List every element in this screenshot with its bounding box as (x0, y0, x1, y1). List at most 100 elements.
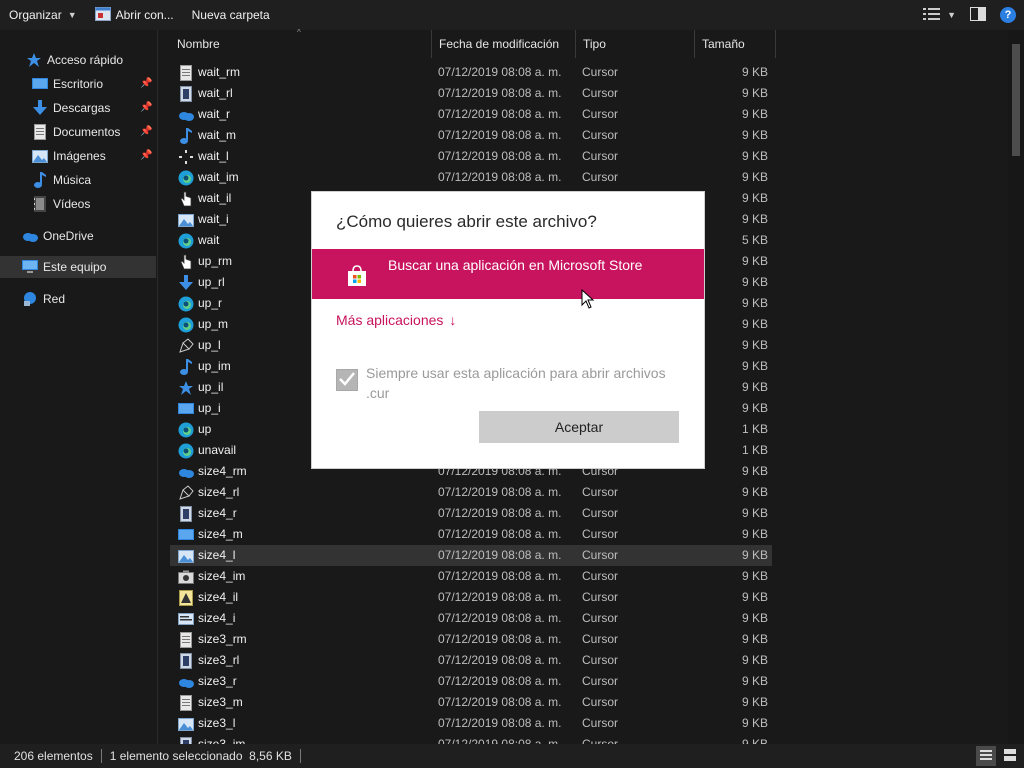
table-row[interactable]: wait_im 07/12/2019 08:08 a. m. Cursor 9 KB (170, 167, 772, 188)
sidebar-item-videos[interactable]: Vídeos (0, 193, 156, 215)
picture-icon (178, 548, 194, 564)
column-headers: ^ Nombre Fecha de modificación Tipo Tama… (170, 28, 780, 58)
sidebar-item-label: Escritorio (53, 77, 104, 91)
file-name: unavail (198, 443, 237, 457)
table-row[interactable]: wait_rl 07/12/2019 08:08 a. m. Cursor 9 KB (170, 83, 772, 104)
table-row[interactable]: wait_r 07/12/2019 08:08 a. m. Cursor 9 KB (170, 104, 772, 125)
file-name: size4_l (198, 548, 236, 562)
pin-icon[interactable]: 📌 (140, 126, 152, 138)
table-row[interactable]: size4_im 07/12/2019 08:08 a. m. Cursor 9 KB (170, 566, 772, 587)
more-apps-label: Más aplicaciones (336, 312, 444, 328)
table-row[interactable]: size4_rl 07/12/2019 08:08 a. m. Cursor 9 KB (170, 482, 772, 503)
file-type: Cursor (582, 695, 619, 709)
archive-icon (178, 653, 194, 669)
table-row[interactable]: size3_l 07/12/2019 08:08 a. m. Cursor 9 KB (170, 713, 772, 734)
organize-button[interactable]: Organizar ▼ (0, 0, 86, 30)
sidebar-item-quick-access[interactable]: Acceso rápido (0, 49, 156, 71)
file-type: Cursor (582, 527, 619, 541)
document-icon (178, 65, 194, 81)
move-icon (178, 149, 194, 165)
sidebar-item-documents[interactable]: Documentos 📌 (0, 121, 156, 143)
file-size: 9 KB (741, 317, 768, 331)
file-name: up_m (198, 317, 229, 331)
music-icon (178, 359, 194, 375)
file-date: 07/12/2019 08:08 a. m. (438, 506, 562, 520)
edge-icon (178, 233, 194, 249)
table-row[interactable]: size3_m 07/12/2019 08:08 a. m. Cursor 9 KB (170, 692, 772, 713)
file-size: 9 KB (741, 506, 768, 520)
file-type: Cursor (582, 506, 619, 520)
open-with-button[interactable]: Abrir con... (86, 0, 183, 30)
sidebar-item-downloads[interactable]: Descargas 📌 (0, 97, 156, 119)
table-row[interactable]: size3_r 07/12/2019 08:08 a. m. Cursor 9 KB (170, 671, 772, 692)
file-date: 07/12/2019 08:08 a. m. (438, 86, 562, 100)
column-header-modified[interactable]: Fecha de modificación (432, 30, 576, 58)
item-count: 206 elementos (14, 749, 93, 763)
file-name: up_im (198, 359, 231, 373)
large-icons-view-button[interactable] (1000, 746, 1020, 766)
mouse-pointer-icon (581, 288, 595, 309)
column-header-name[interactable]: Nombre (170, 30, 432, 58)
chevron-down-icon: ▼ (947, 10, 956, 20)
sidebar-item-desktop[interactable]: Escritorio 📌 (0, 73, 156, 95)
open-with-dialog: ¿Cómo quieres abrir este archivo? Buscar… (312, 192, 704, 468)
table-row[interactable]: wait_m 07/12/2019 08:08 a. m. Cursor 9 KB (170, 125, 772, 146)
sidebar-item-pictures[interactable]: Imágenes 📌 (0, 145, 156, 167)
file-date: 07/12/2019 08:08 a. m. (438, 674, 562, 688)
sidebar-item-music[interactable]: Música (0, 169, 156, 191)
table-row[interactable]: size4_il 07/12/2019 08:08 a. m. Cursor 9 KB (170, 587, 772, 608)
table-row[interactable]: size4_l 07/12/2019 08:08 a. m. Cursor 9 KB (170, 545, 772, 566)
file-type: Cursor (582, 716, 619, 730)
file-name: size4_il (198, 590, 239, 604)
microsoft-store-option[interactable]: Buscar una aplicación en Microsoft Store (312, 249, 704, 299)
file-name: up_l (198, 338, 221, 352)
help-icon[interactable]: ? (1000, 7, 1016, 23)
details-view-button[interactable] (976, 746, 996, 766)
open-with-icon (94, 6, 111, 24)
change-view-button[interactable]: ▼ (923, 7, 956, 23)
download-icon (178, 275, 194, 291)
file-date: 07/12/2019 08:08 a. m. (438, 485, 562, 499)
file-size: 9 KB (741, 716, 768, 730)
new-folder-button[interactable]: Nueva carpeta (183, 0, 279, 30)
pin-icon[interactable]: 📌 (140, 150, 152, 162)
more-apps-link[interactable]: Más aplicaciones ↓ (336, 312, 456, 328)
download-icon (32, 100, 48, 116)
column-header-size[interactable]: Tamaño (695, 30, 776, 58)
file-size: 9 KB (741, 464, 768, 478)
vertical-scrollbar[interactable] (1008, 30, 1024, 744)
sidebar-item-onedrive[interactable]: OneDrive (0, 225, 156, 247)
sidebar-item-label: Acceso rápido (47, 53, 124, 67)
file-date: 07/12/2019 08:08 a. m. (438, 737, 562, 744)
sidebar-item-network[interactable]: Red (0, 288, 156, 310)
accept-button[interactable]: Aceptar (479, 411, 679, 443)
pin-icon[interactable]: 📌 (140, 102, 152, 114)
new-folder-label: Nueva carpeta (191, 8, 270, 22)
table-row[interactable]: size4_i 07/12/2019 08:08 a. m. Cursor 9 KB (170, 608, 772, 629)
table-row[interactable]: wait_rm 07/12/2019 08:08 a. m. Cursor 9 KB (170, 62, 772, 83)
file-name: size3_im (198, 737, 246, 744)
scrollbar-thumb[interactable] (1012, 44, 1020, 156)
table-row[interactable]: wait_l 07/12/2019 08:08 a. m. Cursor 9 KB (170, 146, 772, 167)
file-name: size3_l (198, 716, 236, 730)
open-with-label: Abrir con... (115, 8, 174, 22)
file-date: 07/12/2019 08:08 a. m. (438, 527, 562, 541)
file-date: 07/12/2019 08:08 a. m. (438, 149, 562, 163)
always-use-checkbox[interactable] (336, 369, 358, 391)
picture-icon (178, 212, 194, 228)
sidebar-item-label: Descargas (53, 101, 111, 115)
pin-icon[interactable]: 📌 (140, 78, 152, 90)
column-header-type[interactable]: Tipo (576, 30, 695, 58)
table-row[interactable]: size3_rm 07/12/2019 08:08 a. m. Cursor 9 KB (170, 629, 772, 650)
table-row[interactable]: size3_im 07/12/2019 08:08 a. m. Cursor 9 KB (170, 734, 772, 744)
table-row[interactable]: size4_r 07/12/2019 08:08 a. m. Cursor 9 KB (170, 503, 772, 524)
table-row[interactable]: size3_rl 07/12/2019 08:08 a. m. Cursor 9 KB (170, 650, 772, 671)
table-row[interactable]: size4_m 07/12/2019 08:08 a. m. Cursor 9 KB (170, 524, 772, 545)
file-name: size3_rl (198, 653, 240, 667)
file-name: size4_r (198, 506, 237, 520)
sidebar-item-this-pc[interactable]: Este equipo (0, 256, 156, 278)
file-name: wait (198, 233, 220, 247)
file-size: 9 KB (741, 275, 768, 289)
preview-pane-button[interactable] (970, 6, 986, 24)
details-view-icon (923, 7, 941, 23)
